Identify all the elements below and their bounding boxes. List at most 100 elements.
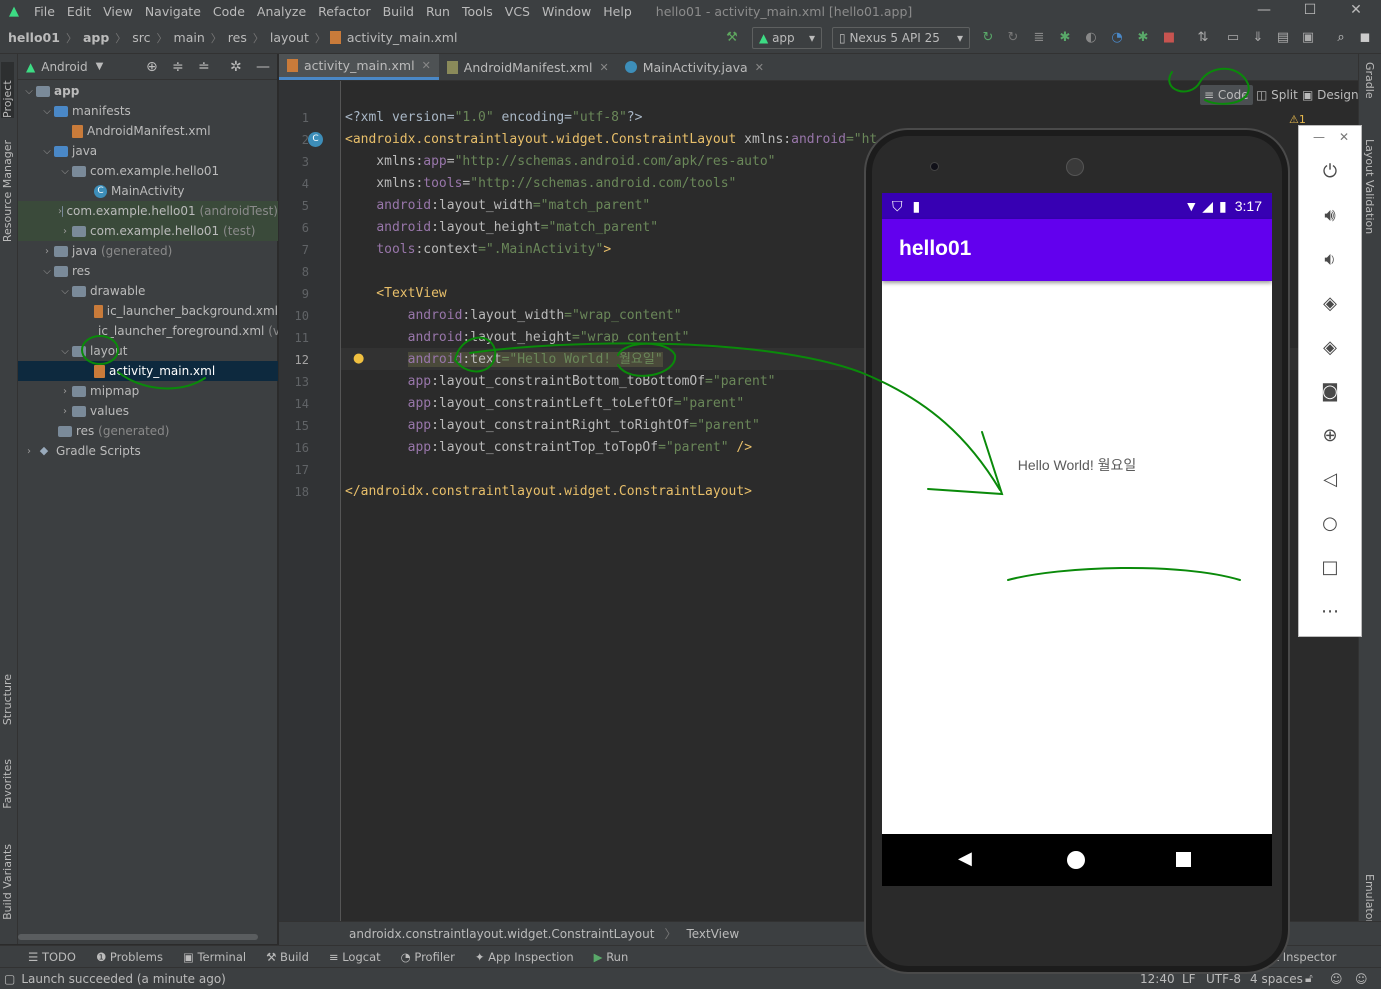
app-inspection-tool-button[interactable]: ✦ App Inspection <box>475 950 574 964</box>
volume-down-icon[interactable]: 🔉︎ <box>1299 240 1361 280</box>
logcat-tool-button[interactable]: ≡ Logcat <box>329 950 381 964</box>
run-config-select[interactable]: ▲ app ▾ <box>752 27 822 49</box>
volume-up-icon[interactable]: 🔊︎ <box>1299 196 1361 236</box>
tree-item-java-generated[interactable]: › java (generated) <box>18 241 278 261</box>
device-screen[interactable]: ⛉ ▮ ▼ ◢ ▮ 3:17 hello01 Hello World! 월요일 <box>882 193 1272 886</box>
tree-item-launcher-background[interactable]: ic_launcher_background.xml <box>18 301 278 321</box>
build-variants-tool-tab[interactable]: Build Variants <box>1 844 14 920</box>
menu-refactor[interactable]: Refactor <box>312 4 376 19</box>
layout-validation-tool-tab[interactable]: Layout Validation <box>1363 139 1376 234</box>
menu-run[interactable]: Run <box>420 4 456 19</box>
project-view-select[interactable]: Android <box>41 60 87 74</box>
project-tool-tab[interactable]: Project <box>1 62 14 118</box>
gear-icon[interactable]: ✲ <box>230 59 242 75</box>
feedback-icon[interactable]: ☺ <box>1355 972 1368 986</box>
stop-icon[interactable]: ■ <box>1159 28 1179 48</box>
collapse-all-icon[interactable]: ≐ <box>198 59 210 75</box>
back-icon[interactable]: ◀ <box>958 848 972 869</box>
build-tool-button[interactable]: ⚒ Build <box>266 950 309 964</box>
home-icon[interactable] <box>1067 851 1085 869</box>
hammer-icon[interactable]: ⚒ <box>722 28 742 48</box>
menu-file[interactable]: File <box>28 4 61 19</box>
indent-setting[interactable]: 4 spaces <box>1250 972 1303 986</box>
menu-edit[interactable]: Edit <box>61 4 97 19</box>
menu-navigate[interactable]: Navigate <box>139 4 207 19</box>
menu-analyze[interactable]: Analyze <box>251 4 312 19</box>
tree-item-layout[interactable]: ⌵ layout <box>18 341 278 361</box>
tree-item-mipmap[interactable]: › mipmap <box>18 381 278 401</box>
class-gutter-icon[interactable]: C <box>308 132 323 147</box>
sdk-manager-icon[interactable]: ⇓ <box>1248 28 1268 48</box>
crumb-layout[interactable]: layout <box>268 30 311 45</box>
breadcrumb-item[interactable]: androidx.constraintlayout.widget.Constra… <box>349 927 654 941</box>
apply-code-changes-icon[interactable]: ↻ <box>1003 28 1023 48</box>
tree-item-java[interactable]: ⌵ java <box>18 141 278 161</box>
coverage-icon[interactable]: ◐ <box>1081 28 1101 48</box>
overview-icon[interactable]: □ <box>1299 548 1361 588</box>
tree-item-manifests[interactable]: ⌵ manifests <box>18 101 278 121</box>
menu-build[interactable]: Build <box>377 4 420 19</box>
crumb-module[interactable]: app <box>81 30 111 45</box>
sync-icon[interactable]: ⇅ <box>1193 28 1213 48</box>
todo-tool-button[interactable]: ☰ TODO <box>28 950 76 964</box>
menu-code[interactable]: Code <box>207 4 251 19</box>
recents-icon[interactable] <box>1176 852 1191 867</box>
menu-vcs[interactable]: VCS <box>499 4 536 19</box>
tree-item-activity-main[interactable]: activity_main.xml <box>18 361 278 381</box>
rotate-left-icon[interactable]: ◈ <box>1299 284 1361 324</box>
close-icon[interactable]: ✕ <box>1339 130 1349 144</box>
problems-tool-button[interactable]: ❶ Problems <box>96 950 163 964</box>
chevron-down-icon[interactable]: ▼ <box>96 61 104 72</box>
menu-window[interactable]: Window <box>536 4 597 19</box>
minimize-icon[interactable]: — <box>1313 130 1325 144</box>
crumb-main[interactable]: main <box>172 30 207 45</box>
camera-icon[interactable]: ◙ <box>1299 372 1361 412</box>
close-icon[interactable]: ✕ <box>422 59 431 72</box>
search-icon[interactable]: ⌕ <box>1331 28 1351 48</box>
minimize-icon[interactable]: — <box>1241 0 1287 22</box>
emulator-tool-tab[interactable]: Emulator <box>1363 874 1376 924</box>
tree-item-app[interactable]: ⌵ app <box>18 81 278 101</box>
tree-item-gradle-scripts[interactable]: › ◆ Gradle Scripts <box>18 441 278 461</box>
close-icon[interactable]: ✕ <box>600 61 609 74</box>
account-icon[interactable]: ◼ <box>1355 28 1375 48</box>
avd-manager-icon[interactable]: ▭ <box>1223 28 1243 48</box>
gradle-tool-tab[interactable]: Gradle <box>1363 62 1376 99</box>
tree-item-android-manifest[interactable]: AndroidManifest.xml <box>18 121 278 141</box>
back-icon[interactable]: ◁ <box>1299 460 1361 500</box>
debug-icon[interactable]: ✱ <box>1055 28 1075 48</box>
resource-manager-tool-tab[interactable]: Resource Manager <box>1 140 14 242</box>
menu-help[interactable]: Help <box>597 4 638 19</box>
tree-item-res-generated[interactable]: res (generated) <box>18 421 278 441</box>
power-icon[interactable]: ⏻ <box>1299 152 1361 192</box>
attach-debugger-icon[interactable]: ✱ <box>1133 28 1153 48</box>
tree-item-package-androidtest[interactable]: › com.example.hello01 (androidTest) <box>18 201 278 221</box>
tree-item-main-activity[interactable]: C MainActivity <box>18 181 278 201</box>
terminal-tool-button[interactable]: ▣ Terminal <box>183 950 246 964</box>
menu-view[interactable]: View <box>97 4 139 19</box>
locate-icon[interactable]: ⊕ <box>146 59 158 75</box>
assistant-icon[interactable]: ▣ <box>1298 28 1318 48</box>
profiler-tool-button[interactable]: ◔ Profiler <box>401 950 455 964</box>
apply-changes-restart-icon[interactable]: ↻ <box>978 28 998 48</box>
tree-item-launcher-foreground[interactable]: ic_launcher_foreground.xml (v24) <box>18 321 278 341</box>
device-manager-icon[interactable]: ▤ <box>1273 28 1293 48</box>
menu-tools[interactable]: Tools <box>456 4 499 19</box>
tab-main-activity[interactable]: MainActivity.java ✕ <box>617 54 772 80</box>
favorites-tool-tab[interactable]: Favorites <box>1 759 14 809</box>
tree-item-package-test[interactable]: › com.example.hello01 (test) <box>18 221 278 241</box>
inspector-icon[interactable]: ☺ <box>1330 972 1343 986</box>
tree-item-res[interactable]: ⌵ res <box>18 261 278 281</box>
tree-item-drawable[interactable]: ⌵ drawable <box>18 281 278 301</box>
crumb-project[interactable]: hello01 <box>6 30 62 45</box>
profiler-icon[interactable]: ◔ <box>1107 28 1127 48</box>
crumb-src[interactable]: src <box>130 30 152 45</box>
home-icon[interactable]: ○ <box>1299 504 1361 544</box>
close-window-icon[interactable]: ✕ <box>1333 0 1379 22</box>
crumb-res[interactable]: res <box>226 30 249 45</box>
maximize-icon[interactable]: ☐ <box>1287 0 1333 22</box>
split-view-button[interactable]: ◫ Split <box>1252 85 1302 105</box>
hide-panel-icon[interactable]: — <box>256 59 270 75</box>
tab-activity-main[interactable]: activity_main.xml ✕ <box>279 54 439 80</box>
close-icon[interactable]: ✕ <box>755 61 764 74</box>
